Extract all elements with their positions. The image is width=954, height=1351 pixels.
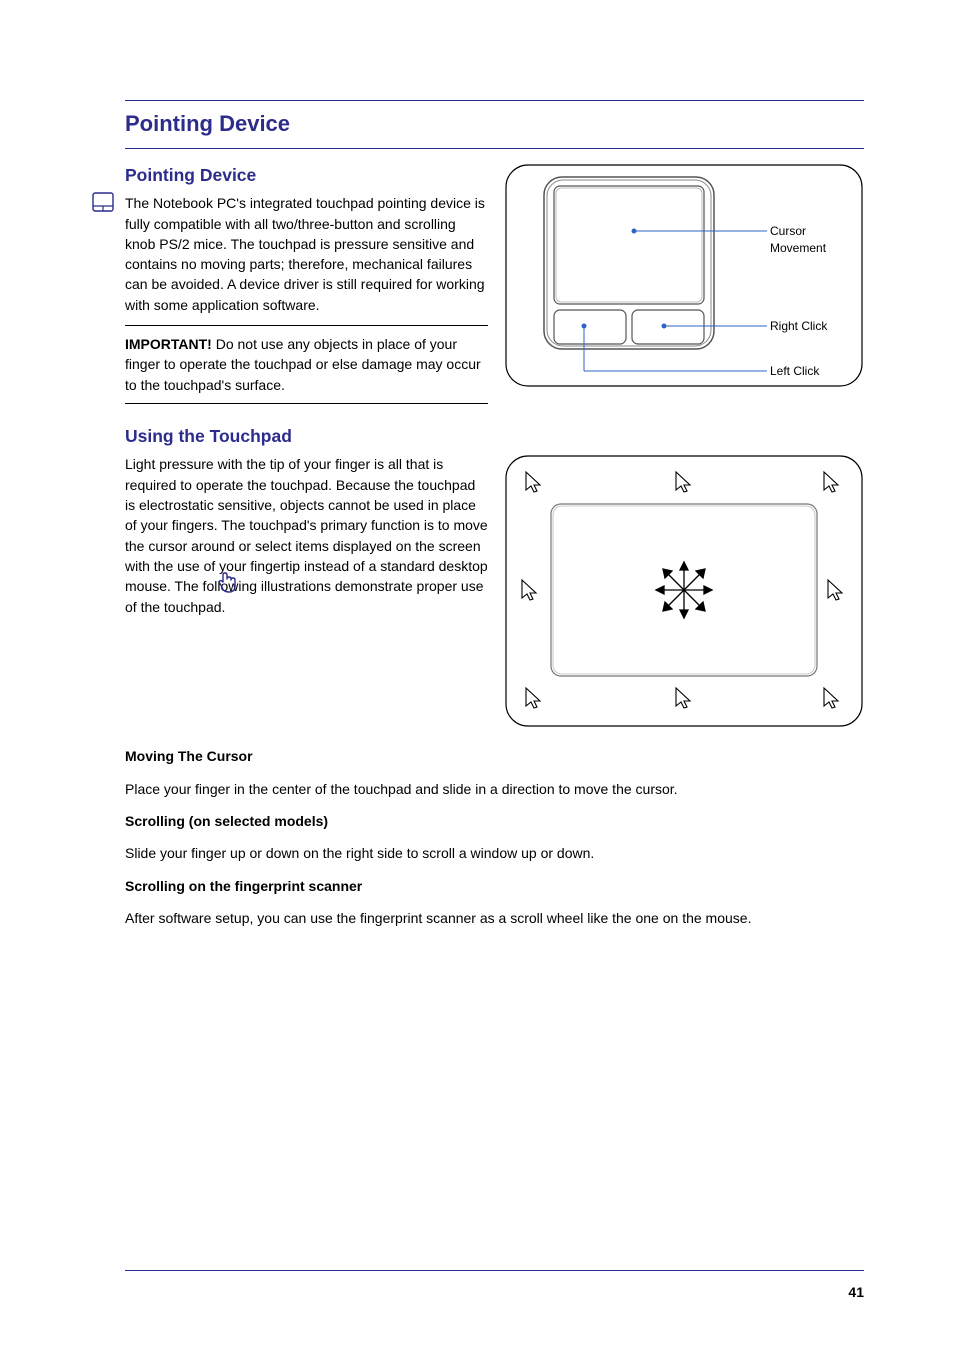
scrolling-heading: Scrolling (on selected models)	[125, 811, 864, 831]
intro-text: The Notebook PC's integrated touchpad po…	[125, 193, 488, 315]
touchpad-diagram: Cursor Movement Right Click Left Click	[504, 163, 864, 388]
moving-cursor-heading: Moving The Cursor	[125, 746, 864, 766]
dia1-label-right: Right Click	[770, 318, 827, 335]
scroll-pad-heading-text: Scrolling on the fingerprint scanner	[125, 878, 362, 894]
intro-subheading: Pointing Device	[125, 163, 488, 188]
section-header: Pointing Device	[125, 100, 864, 149]
page-number: 41	[848, 1283, 864, 1303]
dia1-label-left: Left Click	[770, 363, 819, 380]
note-prefix: IMPORTANT!	[125, 336, 212, 352]
hand-warning-icon	[217, 570, 239, 594]
usage-heading: Using the Touchpad	[125, 424, 864, 449]
moving-cursor-text: Place your finger in the center of the t…	[125, 779, 864, 799]
touchpad-mini-icon	[92, 192, 114, 212]
scroll-pad-heading: Scrolling on the fingerprint scanner	[125, 876, 864, 896]
scrolling-text: Slide your finger up or down on the righ…	[125, 843, 864, 863]
footer-rule	[125, 1270, 864, 1271]
cursor-movement-diagram	[504, 454, 864, 728]
dia1-label-cursor: Cursor Movement	[770, 223, 864, 257]
scroll-pad-text: After software setup, you can use the fi…	[125, 908, 864, 928]
usage-intro: Light pressure with the tip of your fing…	[125, 454, 488, 616]
scrolling-heading-text: Scrolling (on selected models)	[125, 813, 328, 829]
important-note: IMPORTANT! Do not use any objects in pla…	[125, 325, 488, 404]
section-title: Pointing Device	[125, 111, 290, 136]
moving-cursor-heading-text: Moving The Cursor	[125, 748, 253, 764]
